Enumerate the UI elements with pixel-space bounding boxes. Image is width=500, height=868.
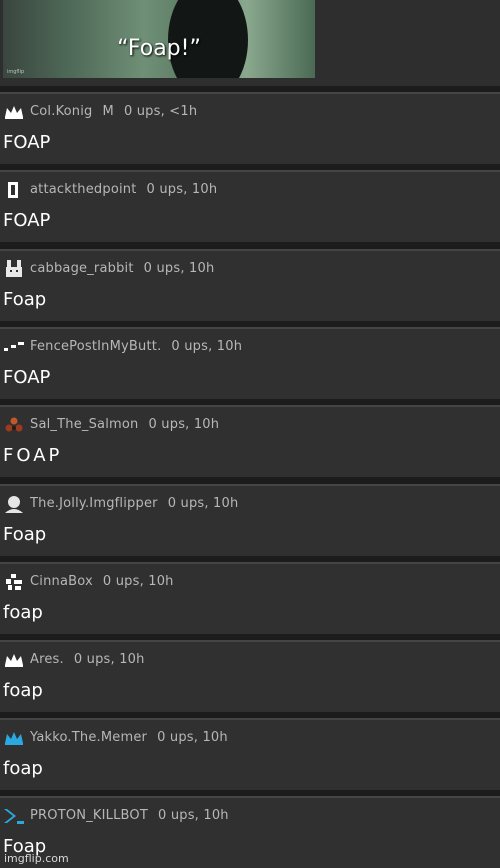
comment-meta: 0 ups, 10h — [167, 496, 239, 511]
comment-user[interactable]: cabbage_rabbit 0 ups, 10h — [30, 261, 214, 276]
comment-user[interactable]: PROTON_KILLBOT 0 ups, 10h — [30, 808, 229, 823]
username[interactable]: FencePostInMyButt. — [30, 339, 161, 354]
comment: cabbage_rabbit 0 ups, 10h Foap — [0, 249, 500, 321]
comment-user[interactable]: Ares. 0 ups, 10h — [30, 652, 145, 667]
username[interactable]: Yakko.The.Memer — [30, 730, 147, 745]
comment-user[interactable]: FencePostInMyButt. 0 ups, 10h — [30, 339, 242, 354]
comment: Col.Konig M 0 ups, <1h FOAP — [0, 92, 500, 164]
arrow-icon[interactable] — [3, 807, 25, 825]
comment: Yakko.The.Memer 0 ups, 10h foap — [0, 718, 500, 790]
comment: attackthedpoint 0 ups, 10h FOAP — [0, 170, 500, 242]
username[interactable]: cabbage_rabbit — [30, 261, 134, 276]
comment-text: foap — [3, 758, 43, 779]
comment-user[interactable]: Sal_The_Salmon 0 ups, 10h — [30, 417, 219, 432]
comment-text: Foap — [3, 524, 47, 545]
imgflip-watermark: imgflip.com — [4, 852, 69, 865]
rabbit-icon[interactable] — [3, 260, 25, 278]
person-icon[interactable] — [3, 495, 25, 513]
comment: PROTON_KILLBOT 0 ups, 10h Foap — [0, 796, 500, 868]
comment-meta: 0 ups, 10h — [146, 182, 218, 197]
comment: Sal_The_Salmon 0 ups, 10h FOAP — [0, 405, 500, 477]
comment-meta: 0 ups, 10h — [171, 339, 243, 354]
blue-crown-icon[interactable] — [3, 729, 25, 747]
crown-icon[interactable] — [3, 651, 25, 669]
top-strip: “Foap!” imgflip — [0, 0, 500, 86]
comment-text: FOAP — [3, 445, 63, 466]
meme-caption: “Foap!” — [117, 36, 201, 61]
comment-user[interactable]: Yakko.The.Memer 0 ups, 10h — [30, 730, 228, 745]
comment-meta: 0 ups, 10h — [73, 652, 145, 667]
comment-text: FOAP — [3, 210, 51, 231]
comment-text: FOAP — [3, 367, 51, 388]
comment-text: foap — [3, 602, 43, 623]
comment-meta: 0 ups, 10h — [157, 730, 228, 745]
username[interactable]: PROTON_KILLBOT — [30, 808, 148, 823]
pyramid-icon[interactable] — [3, 416, 25, 434]
comment-user[interactable]: CinnaBox 0 ups, 10h — [30, 574, 174, 589]
bracket-icon[interactable] — [3, 181, 25, 199]
dashes-icon[interactable] — [3, 338, 25, 356]
username[interactable]: attackthedpoint — [30, 182, 137, 197]
comment-meta: 0 ups, 10h — [143, 261, 215, 276]
comment-user[interactable]: Col.Konig M 0 ups, <1h — [30, 104, 197, 119]
username[interactable]: The.Jolly.Imgflipper — [30, 496, 158, 511]
comment-meta: 0 ups, 10h — [102, 574, 174, 589]
comment-user[interactable]: attackthedpoint 0 ups, 10h — [30, 182, 217, 197]
comment: The.Jolly.Imgflipper 0 ups, 10h Foap — [0, 484, 500, 556]
comment: CinnaBox 0 ups, 10h foap — [0, 562, 500, 634]
comment: FencePostInMyButt. 0 ups, 10h FOAP — [0, 327, 500, 399]
pixel-blocks-icon[interactable] — [3, 573, 25, 591]
username[interactable]: CinnaBox — [30, 574, 93, 589]
crown-icon[interactable] — [3, 103, 25, 121]
comment-text: foap — [3, 680, 43, 701]
comment-user[interactable]: The.Jolly.Imgflipper 0 ups, 10h — [30, 496, 238, 511]
username[interactable]: Col.Konig — [30, 104, 93, 119]
username[interactable]: Sal_The_Salmon — [30, 417, 139, 432]
mod-badge: M — [102, 104, 114, 119]
meme-tiny-text: imgflip — [7, 69, 25, 75]
comment-text: FOAP — [3, 132, 51, 153]
meme-image[interactable]: “Foap!” imgflip — [3, 0, 315, 78]
comment-text: Foap — [3, 289, 47, 310]
comment-meta: 0 ups, <1h — [123, 104, 198, 119]
comment: Ares. 0 ups, 10h foap — [0, 640, 500, 712]
comment-meta: 0 ups, 10h — [158, 808, 229, 823]
username[interactable]: Ares. — [30, 652, 64, 667]
comment-meta: 0 ups, 10h — [148, 417, 220, 432]
